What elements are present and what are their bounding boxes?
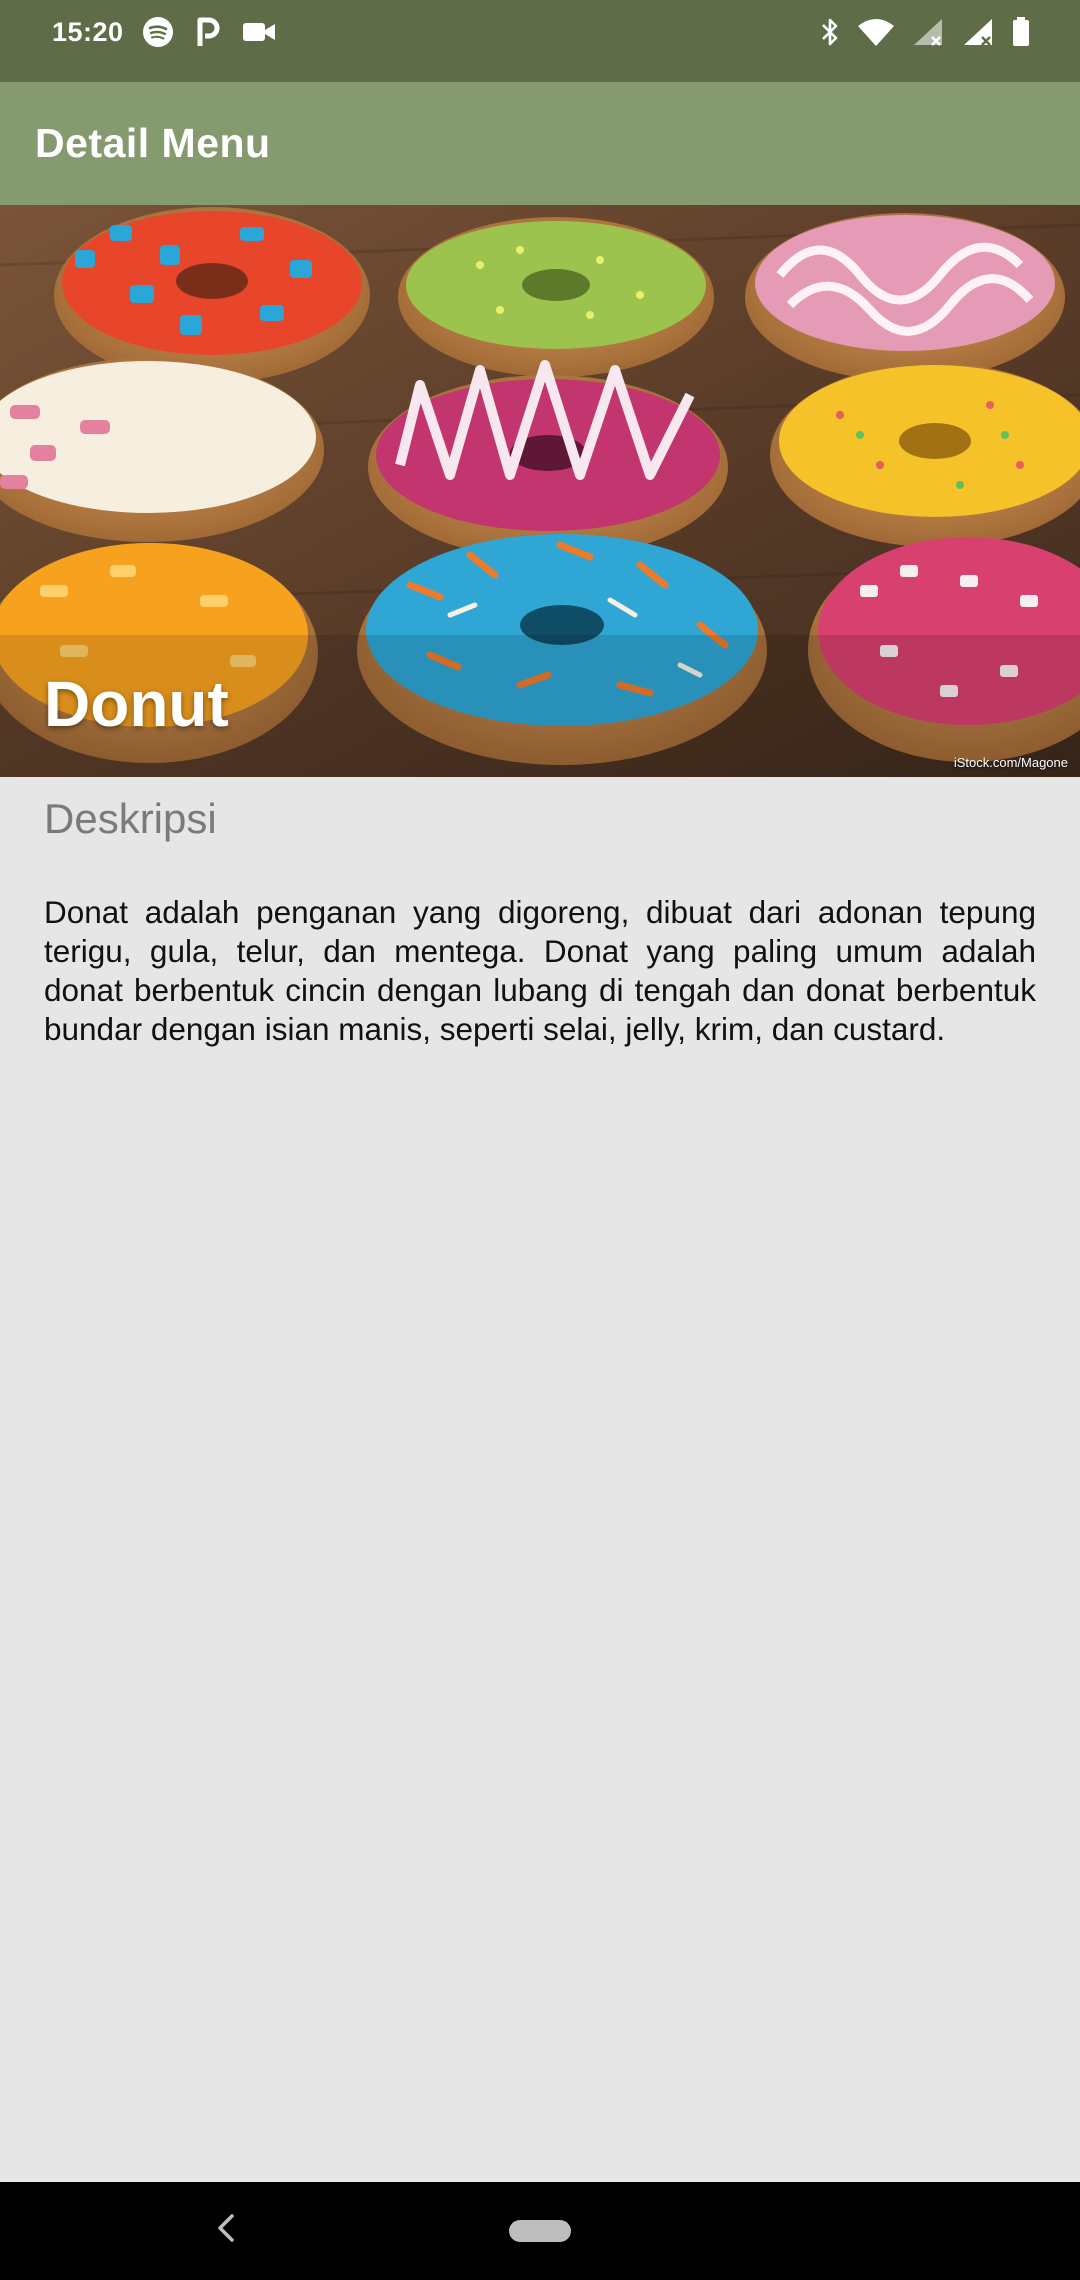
spotify-icon — [142, 16, 174, 53]
navigation-bar — [0, 2182, 1080, 2280]
parking-icon — [196, 16, 220, 53]
description-body: Donat adalah penganan yang digoreng, dib… — [44, 894, 1036, 1047]
app-bar: Detail Menu — [0, 82, 1080, 205]
signal-icon — [912, 17, 946, 52]
app-bar-title: Detail Menu — [35, 120, 271, 166]
signal-icon — [962, 17, 996, 52]
status-icons-right — [820, 16, 1030, 52]
home-pill-icon[interactable] — [509, 2220, 571, 2242]
video-camera-icon — [242, 20, 276, 49]
bluetooth-icon — [820, 17, 840, 52]
battery-icon — [1012, 16, 1030, 52]
status-time: 15:20 — [52, 17, 124, 47]
hero-title: Donut — [44, 668, 229, 740]
image-credit: iStock.com/Magone — [953, 755, 1068, 770]
description-heading: Deskripsi — [44, 795, 217, 842]
hero-image: Donut iStock.com/Magone — [0, 205, 1080, 777]
status-bar: 15:20 — [0, 0, 1080, 82]
status-icons-left — [142, 16, 276, 52]
wifi-icon — [856, 17, 896, 52]
back-icon[interactable] — [214, 2208, 238, 2258]
